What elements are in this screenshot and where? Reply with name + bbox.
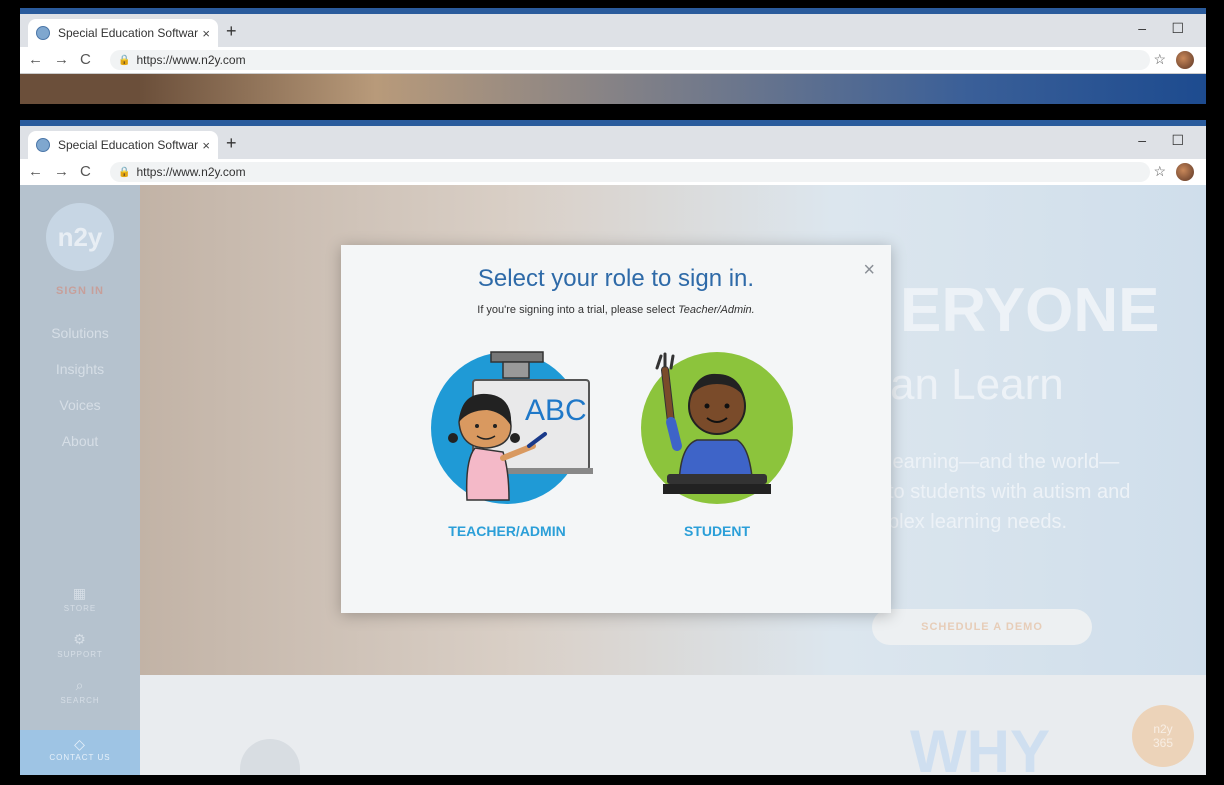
tab-bar: Special Education Software, Curri × + – … [20,14,1206,47]
teacher-admin-label: TEACHER/ADMIN [448,523,566,539]
chat-icon: ◇ [74,736,86,752]
url-text: https://www.n2y.com [136,53,246,67]
background-browser-window: Special Education Software, Curri × + – … [20,8,1206,104]
url-field[interactable]: 🔒 https://www.n2y.com [110,162,1150,182]
maximize-icon[interactable]: ☐ [1171,132,1184,149]
url-field[interactable]: 🔒 https://www.n2y.com [110,50,1150,70]
forward-arrow-icon[interactable]: → [54,163,69,180]
subtitle-text: If you're signing into a trial, please s… [477,304,679,316]
new-tab-icon[interactable]: + [226,21,237,42]
student-label: STUDENT [683,523,751,539]
n2y-favicon-icon [36,26,50,40]
store-label: STORE [63,604,97,613]
forward-arrow-icon[interactable]: → [54,51,69,68]
modal-subtitle: If you're signing into a trial, please s… [341,304,891,316]
store-link[interactable]: ▦ STORE [20,585,140,613]
whiteboard-text: ABC [525,394,587,427]
foreground-browser-window: Special Education Software, Curri × + – … [20,120,1206,775]
sidebar: n2y SIGN IN Solutions Insights Voices Ab… [20,185,140,775]
modal-title: Select your role to sign in. [477,265,755,292]
tab-title: Special Education Software, Curri [58,138,199,152]
schedule-demo-button[interactable]: SCHEDULE A DEMO [872,609,1092,645]
page-peek [20,74,1206,104]
why-section: WHY n2y 365 [140,675,1206,775]
tab-bar: Special Education Software, Curri × + – … [20,126,1206,159]
url-text: https://www.n2y.com [136,165,246,179]
hero-headline: ERYONE [900,276,1160,345]
support-link[interactable]: ⚙ SUPPORT [20,631,140,659]
profile-avatar-icon[interactable] [1176,51,1194,69]
student-illustration-icon [641,352,793,504]
hero-subhead: an Learn [890,360,1064,409]
store-icon: ▦ [72,585,88,601]
contact-us-button[interactable]: ◇ CONTACT US [20,730,140,775]
n2y-logo[interactable]: n2y [46,203,114,271]
maximize-icon[interactable]: ☐ [1171,20,1184,37]
search-label: SEARCH [60,696,100,705]
lock-icon: 🔒 [118,166,131,178]
minimize-icon[interactable]: – [1138,132,1146,148]
student-option[interactable]: STUDENT [627,350,807,539]
badge-line-2: 365 [1152,736,1174,750]
hero-body-line-2: to students with autism and [888,481,1131,503]
decorative-shape [240,739,300,775]
n2y-favicon-icon [36,138,50,152]
teacher-admin-option[interactable]: ABC TEACHER/ADMIN [417,350,597,539]
minimize-icon[interactable]: – [1138,20,1146,36]
reload-icon[interactable]: C [80,51,91,68]
nav-item-voices[interactable]: Voices [20,397,140,413]
browser-tab[interactable]: Special Education Software, Curri × [28,131,218,159]
lock-icon: 🔒 [118,54,131,66]
page-content: n2y SIGN IN Solutions Insights Voices Ab… [20,185,1206,775]
browser-tab[interactable]: Special Education Software, Curri × [28,19,218,47]
hero-body-line-3: plex learning needs. [888,511,1068,533]
why-heading: WHY [910,718,1050,775]
bookmark-star-icon[interactable]: ☆ [1153,163,1166,180]
teacher-illustration-icon: ABC [431,351,593,504]
contact-label: CONTACT US [49,753,111,762]
hero-body-line-1: learning—and the world— [888,451,1120,473]
search-icon: ⌕ [75,677,85,693]
tab-title: Special Education Software, Curri [58,26,199,40]
address-bar: ← → C 🔒 https://www.n2y.com ☆ [20,47,1206,74]
nav-item-insights[interactable]: Insights [20,361,140,377]
gear-icon: ⚙ [73,631,87,647]
address-bar: ← → C 🔒 https://www.n2y.com ☆ [20,159,1206,186]
role-select-modal: × Select your role to sign in. If you're… [341,245,891,613]
subtitle-emphasis: Teacher/Admin. [678,304,755,316]
back-arrow-icon[interactable]: ← [28,163,43,180]
profile-avatar-icon[interactable] [1176,163,1194,181]
bookmark-star-icon[interactable]: ☆ [1153,51,1166,68]
reload-icon[interactable]: C [80,163,91,180]
nav-item-about[interactable]: About [20,433,140,449]
badge-line-1: n2y [1153,722,1173,736]
tab-close-icon[interactable]: × [202,138,210,153]
sign-in-link[interactable]: SIGN IN [20,285,140,297]
new-tab-icon[interactable]: + [226,133,237,154]
support-label: SUPPORT [57,650,103,659]
nav-item-solutions[interactable]: Solutions [20,325,140,341]
tab-close-icon[interactable]: × [202,26,210,41]
n2y-365-badge[interactable]: n2y 365 [1132,705,1194,767]
back-arrow-icon[interactable]: ← [28,51,43,68]
search-link[interactable]: ⌕ SEARCH [20,677,140,705]
